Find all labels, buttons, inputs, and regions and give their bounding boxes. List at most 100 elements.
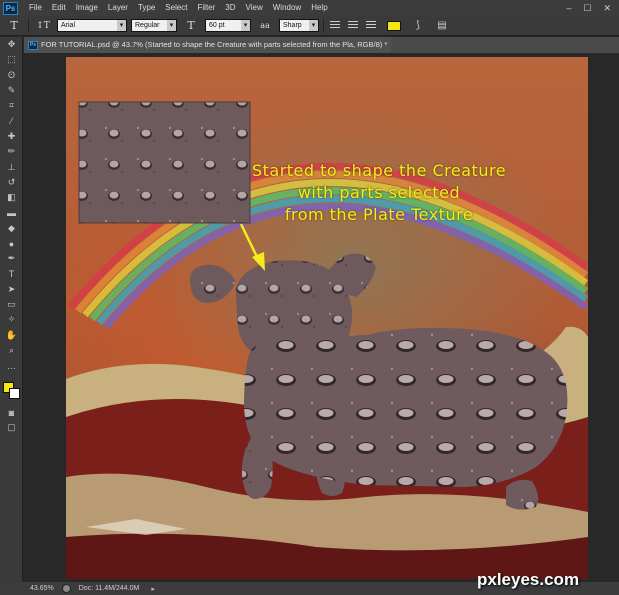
menu-help[interactable]: Help <box>306 0 332 16</box>
move-tool[interactable]: ✥ <box>0 37 23 52</box>
photoshop-window: Ps File Edit Image Layer Type Select Filter 3D V… <box>0 0 619 595</box>
document-tab-bar: Ps FOR TUTORIAL.psd @ 43.7% (Started to … <box>24 37 619 53</box>
bottom-tool-list: ◙ ▢ <box>0 405 23 436</box>
callout-arrow <box>239 223 265 271</box>
color-swatches[interactable] <box>3 382 21 400</box>
menu-items: File Edit Image Layer Type Select Filter 3D View… <box>24 0 333 16</box>
maximize-icon[interactable]: ☐ <box>583 3 591 14</box>
tool-list: ✥ ⬚ ʘ ✎ ⌗ ⁄ ✚ ✏ ⊥ ↺ ◧ ▬ ◆ ● ✒ T ➤ ▭ ✧ ✋ ⌕ … <box>0 37 22 374</box>
canvas-caption: Started to shape the Creature with parts… <box>199 160 559 226</box>
dodge-tool[interactable]: ● <box>0 236 23 251</box>
artwork-illustration <box>66 101 588 579</box>
more-tools[interactable]: … <box>0 358 23 373</box>
menu-view[interactable]: View <box>241 0 268 16</box>
eraser-tool[interactable]: ◧ <box>0 190 23 205</box>
align-right-icon[interactable] <box>366 21 376 30</box>
text-orientation-icon[interactable]: ↕T <box>33 18 53 34</box>
window-controls: – ☐ ✕ <box>566 3 619 14</box>
move-tool-icon: ✥ <box>7 39 16 50</box>
minimize-icon[interactable]: – <box>566 3 571 14</box>
document-tab[interactable]: Ps FOR TUTORIAL.psd @ 43.7% (Started to … <box>24 37 392 53</box>
screen-mode[interactable]: ▢ <box>0 420 23 435</box>
close-icon[interactable]: ✕ <box>603 3 611 14</box>
menu-type[interactable]: Type <box>133 0 160 16</box>
font-family-select[interactable]: Arial <box>57 19 127 32</box>
healing-tool[interactable]: ✚ <box>0 129 23 144</box>
screen-mode-icon: ▢ <box>7 422 16 433</box>
brush-tool[interactable]: ✏ <box>0 144 23 159</box>
marquee-tool[interactable]: ⬚ <box>0 52 23 67</box>
path-select-tool-icon: ➤ <box>7 283 16 294</box>
document-tab-title: FOR TUTORIAL.psd @ 43.7% (Started to sha… <box>41 40 388 49</box>
antialias-icon: aa <box>260 20 270 30</box>
crop-tool[interactable]: ⌗ <box>0 98 23 113</box>
eyedropper-tool-icon: ⁄ <box>10 116 13 127</box>
lasso-tool-icon: ʘ <box>7 70 15 81</box>
pen-tool-icon: ✒ <box>7 253 16 264</box>
background-color-swatch[interactable] <box>9 388 20 399</box>
artwork-canvas[interactable] <box>66 57 588 579</box>
menu-bar: Ps File Edit Image Layer Type Select Filter 3D V… <box>0 0 619 16</box>
3d-tool[interactable]: ✧ <box>0 312 23 327</box>
tools-panel: ✥ ⬚ ʘ ✎ ⌗ ⁄ ✚ ✏ ⊥ ↺ ◧ ▬ ◆ ● ✒ T ➤ ▭ ✧ ✋ ⌕… ◙ ▢ <box>0 37 23 582</box>
blur-tool-icon: ◆ <box>8 222 15 233</box>
caption-line-3: from the Plate Texture <box>284 205 474 224</box>
quick-select-tool[interactable]: ✎ <box>0 83 23 98</box>
shape-tool-icon: ▭ <box>7 299 16 310</box>
stamp-tool-icon: ⊥ <box>7 161 16 172</box>
lasso-tool[interactable]: ʘ <box>0 68 23 83</box>
menu-file[interactable]: File <box>24 0 47 16</box>
menu-layer[interactable]: Layer <box>103 0 133 16</box>
more-tools-icon: … <box>7 360 16 371</box>
psd-file-icon: Ps <box>28 40 38 50</box>
hand-tool-icon: ✋ <box>5 329 18 340</box>
warp-text-icon[interactable]: ⟆ <box>411 19 425 33</box>
crop-tool-icon: ⌗ <box>8 100 15 111</box>
menu-window[interactable]: Window <box>268 0 306 16</box>
pen-tool[interactable]: ✒ <box>0 251 23 266</box>
zoom-level[interactable]: 43.65% <box>30 585 54 592</box>
menu-filter[interactable]: Filter <box>193 0 221 16</box>
caption-line-1: Started to shape the Creature <box>251 161 507 180</box>
antialias-select[interactable]: Sharp <box>279 19 319 32</box>
marquee-tool-icon: ⬚ <box>7 54 16 65</box>
hand-tool[interactable]: ✋ <box>0 328 23 343</box>
blur-tool[interactable]: ◆ <box>0 221 23 236</box>
eyedropper-tool[interactable]: ⁄ <box>0 113 23 128</box>
font-style-select[interactable]: Regular <box>131 19 177 32</box>
text-color-swatch[interactable] <box>387 20 401 31</box>
shape-tool[interactable]: ▭ <box>0 297 23 312</box>
quick-mask[interactable]: ◙ <box>0 405 23 420</box>
photoshop-logo-icon: Ps <box>3 1 18 15</box>
character-panel-icon[interactable]: ▤ <box>435 19 449 33</box>
eraser-tool-icon: ◧ <box>7 192 16 203</box>
caption-line-2: with parts selected <box>297 183 461 202</box>
menu-3d[interactable]: 3D <box>220 0 240 16</box>
options-bar: T ↕T Arial Regular T 60 pt aa Sharp ⟆ ▤ <box>0 16 619 36</box>
history-brush-tool[interactable]: ↺ <box>0 175 23 190</box>
type-tool[interactable]: T <box>0 266 23 281</box>
pxleyes-watermark: pxleyes.com <box>477 570 580 589</box>
quick-mask-icon: ◙ <box>8 407 15 418</box>
stamp-tool[interactable]: ⊥ <box>0 159 23 174</box>
menu-edit[interactable]: Edit <box>47 0 71 16</box>
dodge-tool-icon: ● <box>8 238 15 249</box>
zoom-tool[interactable]: ⌕ <box>0 343 23 358</box>
brush-tool-icon: ✏ <box>7 146 16 157</box>
status-menu-arrow-icon[interactable]: ▸ <box>151 585 155 593</box>
align-left-icon[interactable] <box>330 21 340 30</box>
zoom-tool-icon: ⌕ <box>8 345 15 356</box>
gradient-tool[interactable]: ▬ <box>0 205 23 220</box>
path-select-tool[interactable]: ➤ <box>0 282 23 297</box>
canvas-area[interactable]: Started to shape the Creature with parts… <box>24 53 619 582</box>
font-size-select[interactable]: 60 pt <box>205 19 251 32</box>
menu-select[interactable]: Select <box>160 0 192 16</box>
history-brush-tool-icon: ↺ <box>7 176 16 187</box>
menu-image[interactable]: Image <box>71 0 103 16</box>
doc-size: Doc: 11.4M/244.0M <box>78 585 140 592</box>
divider <box>28 18 29 33</box>
status-info-icon[interactable] <box>61 584 71 593</box>
type-tool-preset-icon[interactable]: T <box>4 18 24 34</box>
font-size-icon: T <box>187 18 195 32</box>
align-center-icon[interactable] <box>348 21 358 30</box>
